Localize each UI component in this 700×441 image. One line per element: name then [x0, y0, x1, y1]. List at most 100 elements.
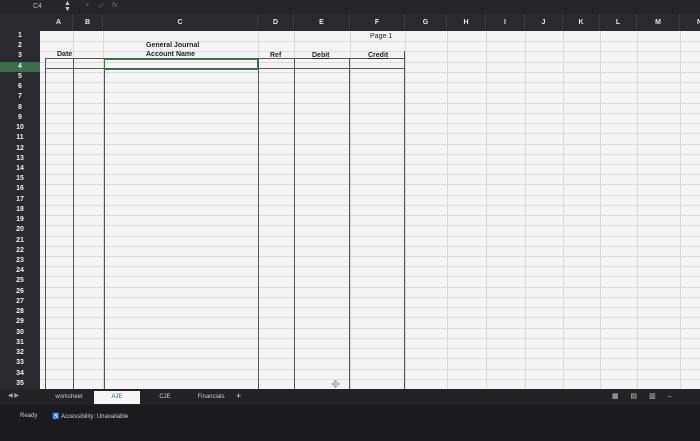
row-header-1[interactable]: 1	[0, 31, 40, 41]
accessibility-text: Accessibility: Unavailable	[60, 414, 129, 420]
column-header-l[interactable]: L	[600, 14, 637, 31]
grid-row-line	[40, 286, 700, 288]
row-header-31[interactable]: 31	[0, 338, 40, 348]
row-header-27[interactable]: 27	[0, 297, 40, 307]
tab-worksheet[interactable]: worksheet	[46, 391, 92, 404]
row-header-22[interactable]: 22	[0, 246, 40, 256]
status-bar: ▦ ▤ ▥ – Ready ♿ Accessibility: Unavailab…	[0, 393, 700, 441]
grid-row-line	[40, 204, 700, 206]
row-header-13[interactable]: 13	[0, 154, 40, 164]
row-header-6[interactable]: 6	[0, 82, 40, 92]
column-header-e[interactable]: E	[294, 14, 350, 31]
status-ready: Ready	[20, 413, 38, 419]
tab-financials[interactable]: Financials	[188, 391, 234, 404]
journal-border-date	[73, 58, 74, 389]
journal-border-c	[258, 58, 259, 389]
date-header: Date	[57, 51, 73, 58]
row-header-30[interactable]: 30	[0, 328, 40, 338]
column-header-c[interactable]: C	[103, 14, 258, 31]
row-header-35[interactable]: 35	[0, 379, 40, 389]
fx-icon[interactable]: fx	[112, 2, 117, 9]
row-header-2[interactable]: 2	[0, 41, 40, 51]
spreadsheet-grid[interactable]: ABCDEFGHIJKLMN 1 2 3 4 5 6 7 8 9 10 11 12 13 14 15 16 17…	[0, 14, 700, 389]
tab-cje[interactable]: CJE	[142, 391, 188, 404]
row-header-33[interactable]: 33	[0, 358, 40, 368]
row-header-11[interactable]: 11	[0, 133, 40, 143]
column-header-b[interactable]: B	[73, 14, 103, 31]
move-cursor-icon: ✥	[331, 379, 341, 389]
journal-border-d	[294, 58, 295, 389]
grid-row-line	[40, 102, 700, 104]
row-header-23[interactable]: 23	[0, 256, 40, 266]
name-box-stepper-icon[interactable]: ▲ ▼	[64, 0, 71, 13]
row-header-20[interactable]: 20	[0, 225, 40, 235]
grid-row-line	[40, 112, 700, 114]
grid-row-line	[40, 296, 700, 298]
row-header-17[interactable]: 17	[0, 195, 40, 205]
row-header-4[interactable]: 4	[0, 61, 40, 72]
row-header-3[interactable]: 3	[0, 51, 40, 61]
column-headers: ABCDEFGHIJKLMN	[0, 14, 700, 31]
ref-header: Ref	[270, 52, 282, 59]
row-header-34[interactable]: 34	[0, 369, 40, 379]
grid-row-line	[40, 256, 700, 258]
row-header-18[interactable]: 18	[0, 205, 40, 215]
row-header-7[interactable]: 7	[0, 92, 40, 102]
grid-column-line	[405, 31, 406, 389]
grid-row-line	[40, 41, 700, 43]
column-header-h[interactable]: H	[447, 14, 486, 31]
row-header-25[interactable]: 25	[0, 276, 40, 286]
tab-aje[interactable]: AJE	[94, 391, 140, 404]
row-header-24[interactable]: 24	[0, 266, 40, 276]
credit-header: Credit	[368, 52, 389, 59]
grid-column-line	[563, 31, 564, 389]
row-header-9[interactable]: 9	[0, 113, 40, 123]
row-header-14[interactable]: 14	[0, 164, 40, 174]
journal-title: General Journal	[146, 42, 200, 49]
row-header-16[interactable]: 16	[0, 184, 40, 194]
grid-row-line	[40, 133, 700, 135]
row-header-5[interactable]: 5	[0, 72, 40, 82]
row-header-19[interactable]: 19	[0, 215, 40, 225]
row-header-32[interactable]: 32	[0, 348, 40, 358]
grid-row-line	[40, 245, 700, 247]
debit-header: Debit	[312, 52, 330, 59]
column-header-a[interactable]: A	[45, 14, 73, 31]
selected-cell[interactable]	[104, 59, 258, 70]
column-header-j[interactable]: J	[525, 14, 563, 31]
grid-row-line	[40, 123, 700, 125]
grid-row-line	[40, 143, 700, 145]
row-header-21[interactable]: 21	[0, 236, 40, 246]
grid-row-line	[40, 266, 700, 268]
cancel-icon[interactable]: ×	[85, 2, 89, 9]
column-header-k[interactable]: K	[563, 14, 600, 31]
row-header-28[interactable]: 28	[0, 307, 40, 317]
row-header-29[interactable]: 29	[0, 317, 40, 327]
row-headers: 1 2 3 4 5 6 7 8 9 10 11 12 13 14 15 16 17 18 19 20 21 22 23 24 2…	[0, 31, 40, 389]
journal-border-e	[349, 58, 350, 389]
cell-area[interactable]: Page 1 General Journal Date Account Name…	[40, 31, 700, 389]
grid-row-line	[40, 82, 700, 84]
grid-row-line	[40, 153, 700, 155]
tab-scroll-arrows-icon[interactable]: ◀ ▶	[8, 392, 19, 399]
column-header-m[interactable]: M	[637, 14, 680, 31]
grid-column-line	[350, 31, 351, 389]
accessibility-status[interactable]: ♿ Accessibility: Unavailable	[52, 413, 128, 420]
column-header-g[interactable]: G	[405, 14, 447, 31]
column-header-i[interactable]: I	[486, 14, 525, 31]
add-sheet-button[interactable]: +	[236, 391, 241, 401]
confirm-icon[interactable]: ✓	[98, 2, 104, 10]
grid-column-line	[637, 31, 638, 389]
grid-column-line	[680, 31, 681, 389]
column-header-f[interactable]: F	[350, 14, 405, 31]
row-header-12[interactable]: 12	[0, 144, 40, 154]
row-header-10[interactable]: 10	[0, 123, 40, 133]
column-header-d[interactable]: D	[258, 14, 294, 31]
row-header-26[interactable]: 26	[0, 287, 40, 297]
row-header-15[interactable]: 15	[0, 174, 40, 184]
column-header-n[interactable]: N	[680, 14, 700, 31]
view-mode-icons[interactable]: ▦ ▤ ▥ –	[612, 392, 677, 400]
row-header-8[interactable]: 8	[0, 103, 40, 113]
page-number: Page 1	[370, 33, 393, 40]
name-box[interactable]: C4	[33, 3, 42, 10]
